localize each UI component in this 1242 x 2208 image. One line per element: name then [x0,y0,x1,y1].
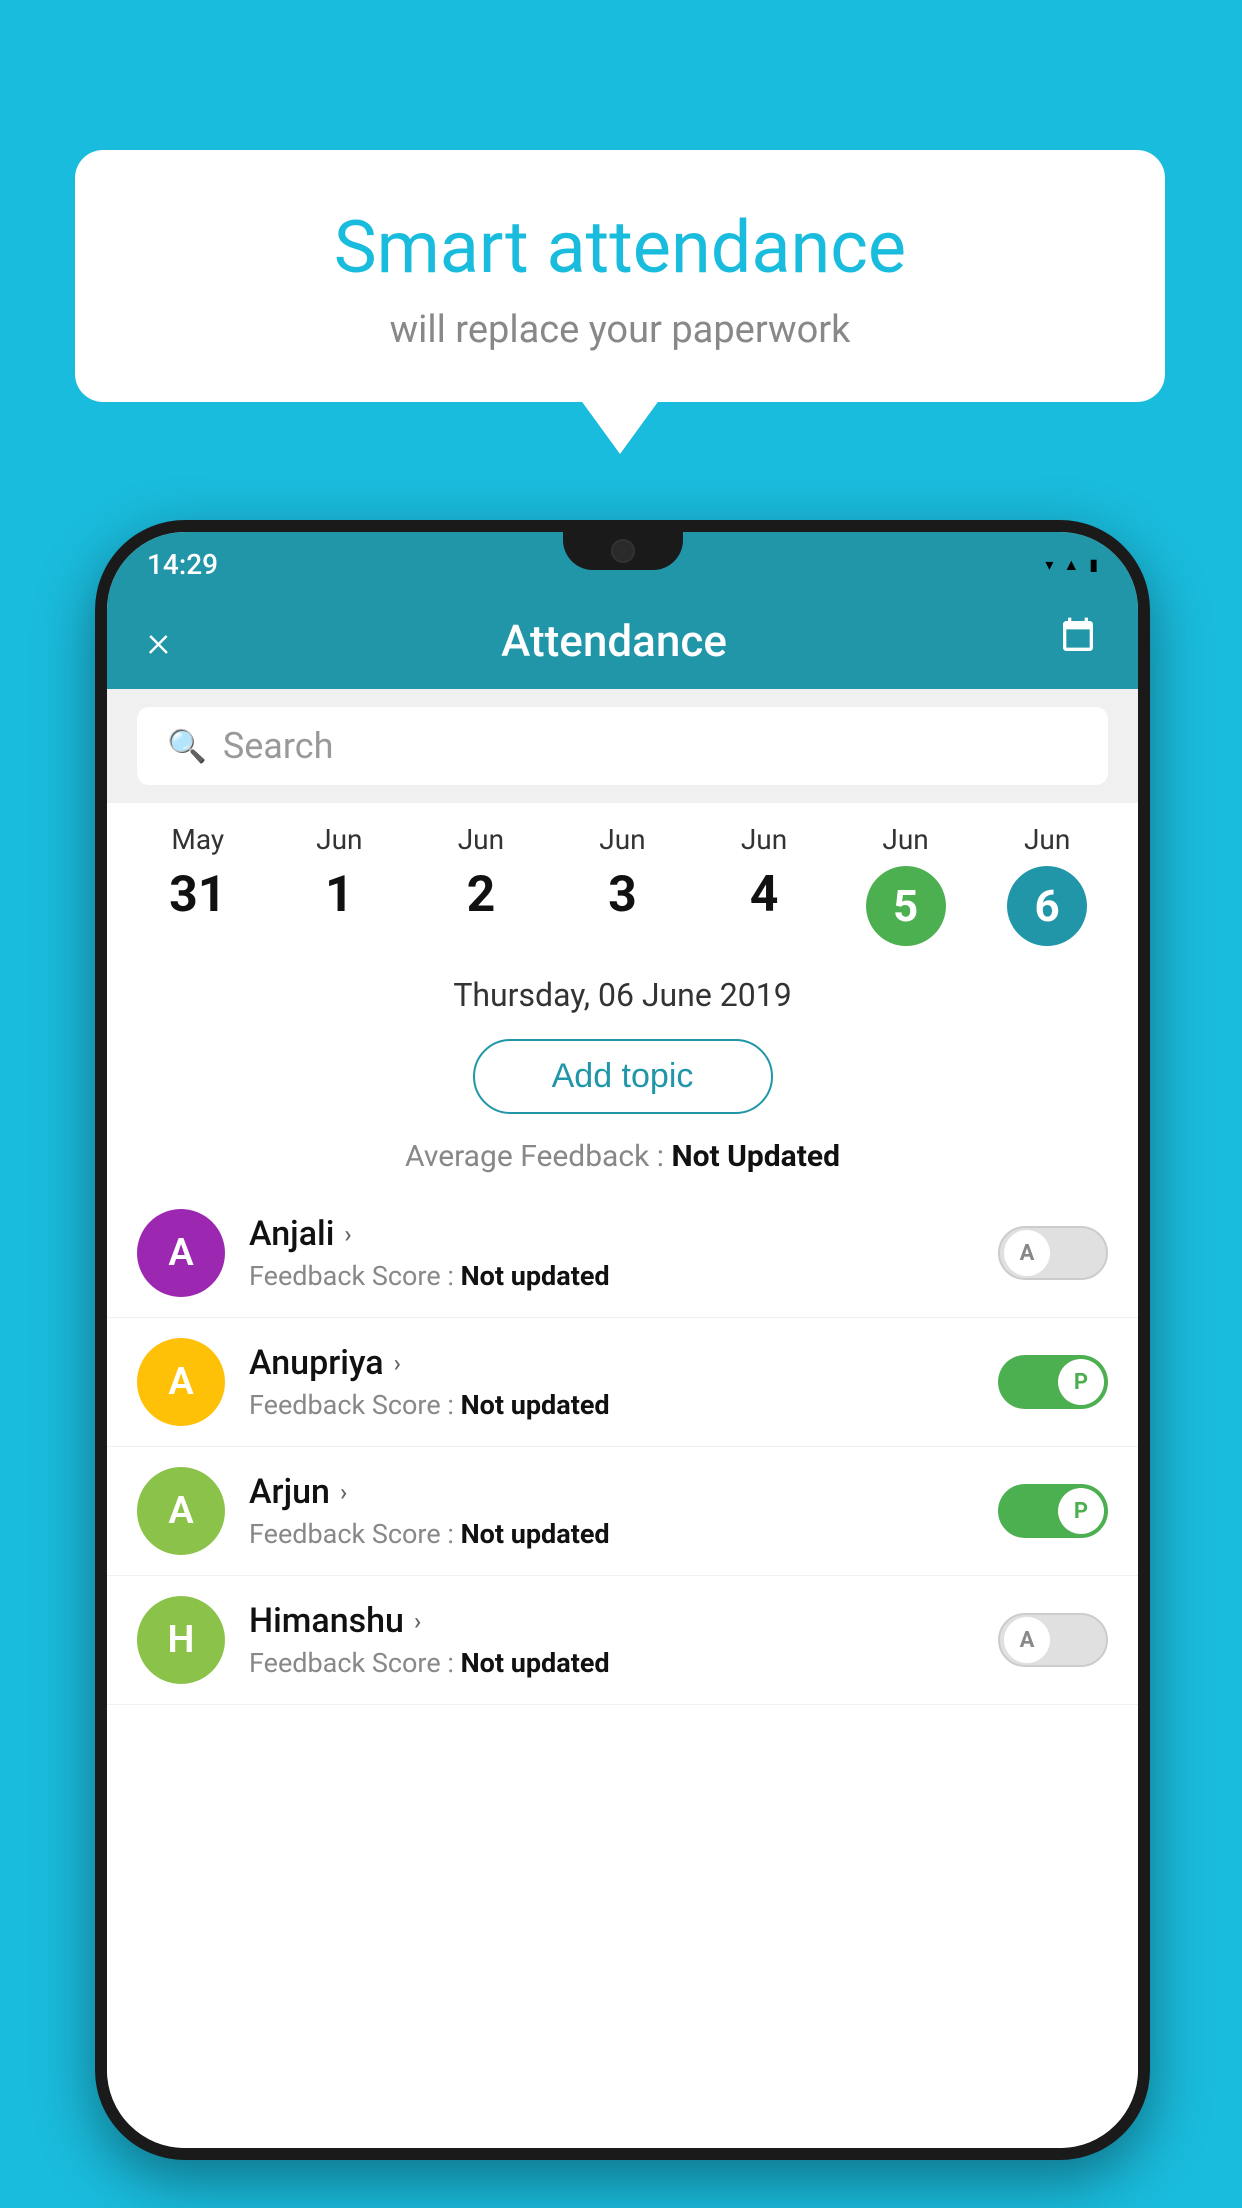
search-bar-container: 🔍 Search [107,689,1138,803]
date-item-6[interactable]: Jun 6 [987,823,1107,946]
student-item[interactable]: A Anupriya › Feedback Score : Not updated P [107,1318,1138,1447]
date-month: Jun [599,823,645,856]
bubble-subtitle: will replace your paperwork [135,308,1105,352]
search-placeholder: Search [223,725,334,767]
date-day: 5 [866,866,946,946]
date-scroll[interactable]: May 31 Jun 1 Jun 2 Jun 3 Jun 4 Jun 5 Jun 6 [107,803,1138,956]
average-feedback: Average Feedback : Not Updated [107,1124,1138,1179]
student-info: Arjun › Feedback Score : Not updated [249,1472,974,1550]
selected-date-label: Thursday, 06 June 2019 [107,956,1138,1029]
speech-bubble: Smart attendance will replace your paper… [75,150,1165,402]
attendance-toggle[interactable]: A [998,1226,1108,1280]
student-item[interactable]: A Arjun › Feedback Score : Not updated P [107,1447,1138,1576]
close-button[interactable]: × [147,615,170,667]
date-month: Jun [882,823,928,856]
feedback-score: Feedback Score : Not updated [249,1647,974,1679]
date-day: 6 [1007,866,1087,946]
student-name: Anupriya › [249,1343,974,1383]
attendance-toggle[interactable]: P [998,1355,1108,1409]
add-topic-button[interactable]: Add topic [473,1039,773,1114]
chevron-icon: › [414,1607,421,1635]
status-bar: 14:29 ▾ ▲ ▮ [107,532,1138,593]
notch [563,532,683,570]
search-icon: 🔍 [167,727,207,765]
date-month: Jun [1024,823,1070,856]
chevron-icon: › [340,1478,347,1506]
student-info: Anjali › Feedback Score : Not updated [249,1214,974,1292]
date-day: 1 [325,866,354,924]
date-month: Jun [316,823,362,856]
calendar-icon-button[interactable] [1058,616,1098,666]
avatar: H [137,1596,225,1684]
signal-icon: ▲ [1063,555,1079,575]
feedback-score: Feedback Score : Not updated [249,1260,974,1292]
app-bar-title: Attendance [501,615,727,667]
student-name: Arjun › [249,1472,974,1512]
student-list: AAnjali ›Feedback Score : Not updatedAAA… [107,1179,1138,1715]
date-day: 31 [169,866,226,924]
toggle-knob: P [1058,1488,1104,1534]
date-month: Jun [458,823,504,856]
date-day: 3 [608,866,637,924]
toggle-knob: A [1004,1617,1050,1663]
date-item-4[interactable]: Jun 4 [704,823,824,946]
attendance-toggle[interactable]: P [998,1484,1108,1538]
camera-notch [611,539,635,563]
status-icons: ▾ ▲ ▮ [1045,555,1098,575]
average-feedback-label: Average Feedback : [405,1139,671,1174]
toggle-knob: P [1058,1359,1104,1405]
toggle-knob: A [1004,1230,1050,1276]
phone-frame: 14:29 ▾ ▲ ▮ × Attendance 🔍 S [95,520,1150,2160]
attendance-toggle[interactable]: A [998,1613,1108,1667]
chevron-icon: › [344,1220,351,1248]
bubble-title: Smart attendance [135,205,1105,290]
app-bar: × Attendance [107,593,1138,689]
avatar: A [137,1467,225,1555]
date-day: 2 [467,866,496,924]
student-name: Anjali › [249,1214,974,1254]
feedback-score: Feedback Score : Not updated [249,1389,974,1421]
feedback-score: Feedback Score : Not updated [249,1518,974,1550]
date-day: 4 [750,866,779,924]
student-item[interactable]: A Anjali › Feedback Score : Not updated A [107,1189,1138,1318]
date-item-3[interactable]: Jun 3 [562,823,682,946]
student-name: Himanshu › [249,1601,974,1641]
wifi-icon: ▾ [1045,555,1053,574]
chevron-icon: › [394,1349,401,1377]
battery-icon: ▮ [1089,555,1098,574]
date-month: Jun [741,823,787,856]
phone-screen: 14:29 ▾ ▲ ▮ × Attendance 🔍 S [107,532,1138,2148]
average-feedback-value: Not Updated [671,1139,840,1174]
search-input-wrapper[interactable]: 🔍 Search [137,707,1108,785]
main-content: Thursday, 06 June 2019 Add topic Average… [107,956,1138,2148]
date-item-1[interactable]: Jun 1 [279,823,399,946]
date-month: May [171,823,224,856]
student-item[interactable]: H Himanshu › Feedback Score : Not updated A [107,1576,1138,1705]
date-item-2[interactable]: Jun 2 [421,823,541,946]
status-time: 14:29 [147,548,218,581]
date-item-5[interactable]: Jun 5 [846,823,966,946]
avatar: A [137,1209,225,1297]
avatar: A [137,1338,225,1426]
student-info: Anupriya › Feedback Score : Not updated [249,1343,974,1421]
student-info: Himanshu › Feedback Score : Not updated [249,1601,974,1679]
date-item-31[interactable]: May 31 [138,823,258,946]
